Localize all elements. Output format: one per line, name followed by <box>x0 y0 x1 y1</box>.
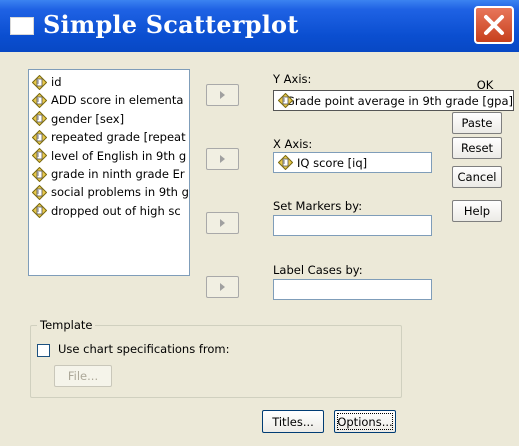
label-cases-field[interactable] <box>273 279 432 300</box>
file-button[interactable]: File... <box>54 365 112 387</box>
template-group <box>30 325 402 398</box>
paste-button[interactable]: Paste <box>452 112 502 134</box>
x-axis-field[interactable]: IQ score [iq] <box>273 152 432 173</box>
help-button[interactable]: Help <box>452 200 502 222</box>
x-axis-value: IQ score [iq] <box>297 155 368 170</box>
variable-list-item[interactable]: level of English in 9th g <box>32 147 186 165</box>
move-to-x-axis-button[interactable] <box>206 148 239 170</box>
right-arrow-icon <box>220 283 225 291</box>
right-arrow-icon <box>220 219 225 227</box>
move-to-label-cases-button[interactable] <box>206 276 239 298</box>
scale-variable-icon <box>32 74 47 90</box>
variable-label: social problems in 9th g <box>51 185 189 200</box>
set-markers-label: Set Markers by: <box>273 199 363 213</box>
scale-variable-icon <box>278 155 293 170</box>
window-title: Simple Scatterplot <box>43 10 299 39</box>
reset-button[interactable]: Reset <box>452 137 502 159</box>
variable-label: gender [sex] <box>51 111 125 126</box>
scale-variable-icon <box>32 92 47 108</box>
y-axis-label: Y Axis: <box>273 72 312 86</box>
move-to-set-markers-button[interactable] <box>206 212 239 234</box>
variable-label: grade in ninth grade Er <box>51 167 185 181</box>
variable-list-item[interactable]: social problems in 9th g <box>32 183 189 201</box>
source-variable-list[interactable]: id ADD score in elementa gender [sex] repea… <box>28 69 190 276</box>
variable-label: level of English in 9th g <box>51 148 187 163</box>
variable-label: ADD score in elementa <box>51 93 184 108</box>
scale-variable-icon <box>32 148 47 164</box>
scale-variable-icon <box>278 93 293 108</box>
label-cases-label: Label Cases by: <box>273 263 363 277</box>
set-markers-field[interactable] <box>273 215 432 236</box>
variable-list-item[interactable]: id <box>32 73 62 91</box>
variable-label: id <box>51 75 62 89</box>
scale-variable-icon <box>32 166 47 182</box>
cancel-button[interactable]: Cancel <box>452 166 502 188</box>
variable-list-item[interactable]: grade in ninth grade Er <box>32 165 185 183</box>
variable-list-item[interactable]: repeated grade [repeat <box>32 128 186 146</box>
close-icon <box>484 15 504 35</box>
variable-list-item[interactable]: dropped out of high sc <box>32 202 181 220</box>
ok-button[interactable]: OK <box>464 74 506 96</box>
variable-label: dropped out of high sc <box>51 203 181 218</box>
close-button[interactable] <box>474 6 514 44</box>
right-arrow-icon <box>220 155 225 163</box>
title-bar[interactable]: Simple Scatterplot <box>0 0 519 52</box>
scale-variable-icon <box>32 111 47 127</box>
x-axis-label: X Axis: <box>273 137 313 151</box>
right-arrow-icon <box>220 91 225 99</box>
variable-list-item[interactable]: gender [sex] <box>32 110 124 128</box>
use-chart-specs-checkbox[interactable] <box>37 344 50 357</box>
options-button[interactable]: Options... <box>334 410 396 433</box>
scale-variable-icon <box>32 203 47 219</box>
dialog-body: id ADD score in elementa gender [sex] repea… <box>0 52 519 446</box>
scale-variable-icon <box>32 184 47 200</box>
move-to-y-axis-button[interactable] <box>206 84 239 106</box>
titles-button[interactable]: Titles... <box>262 410 324 433</box>
scale-variable-icon <box>32 129 47 145</box>
window-icon[interactable] <box>10 17 34 35</box>
template-group-title: Template <box>37 318 96 332</box>
variable-label: repeated grade [repeat <box>51 130 186 145</box>
scatterplot-dialog: Simple Scatterplot id ADD score in elemen… <box>0 0 519 446</box>
variable-list-item[interactable]: ADD score in elementa <box>32 91 183 109</box>
use-chart-specs-label[interactable]: Use chart specifications from: <box>58 342 230 356</box>
